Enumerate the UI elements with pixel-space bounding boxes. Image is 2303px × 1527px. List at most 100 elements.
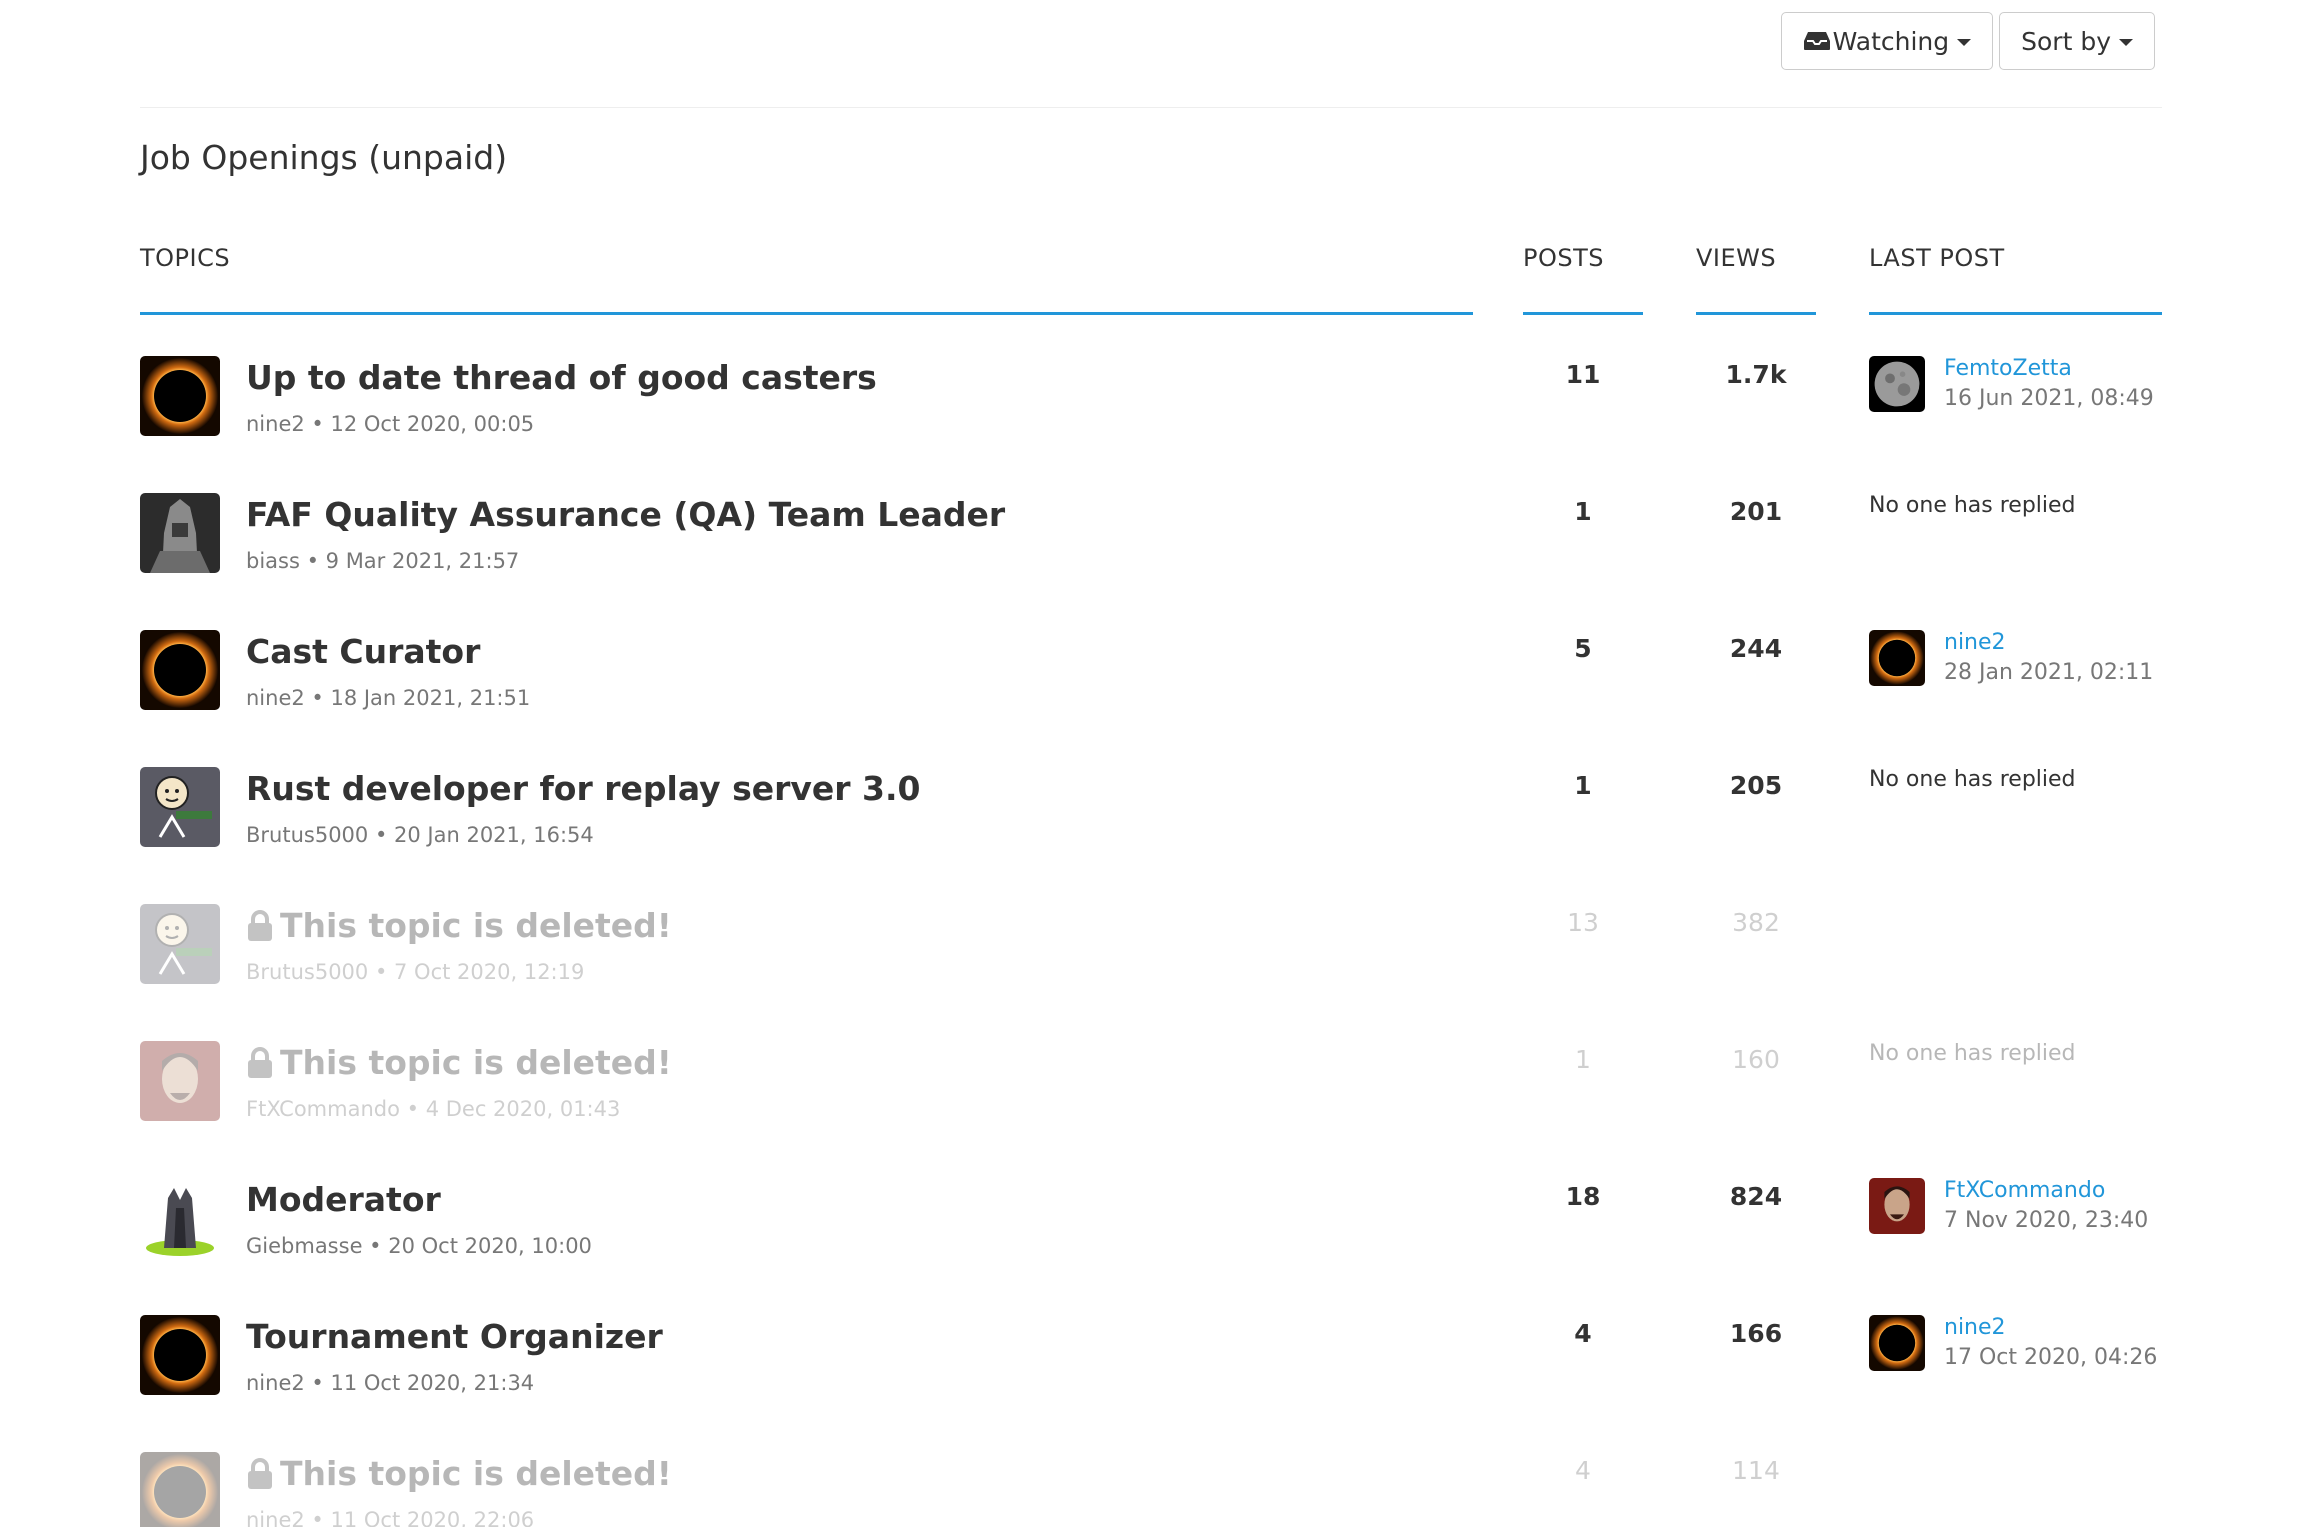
last-post-date[interactable]: 28 Jan 2021, 02:11	[1944, 660, 2153, 685]
topic-title-link[interactable]: This topic is deleted!	[246, 906, 672, 945]
last-post: FemtoZetta 16 Jun 2021, 08:49	[1869, 356, 2169, 436]
avatar[interactable]	[140, 767, 220, 847]
views-count: 244	[1729, 634, 1783, 663]
last-post	[1869, 904, 2169, 984]
posts-count: 18	[1565, 1182, 1601, 1211]
topic-meta: nine2 • 12 Oct 2020, 00:05	[246, 412, 535, 436]
last-post-user-link[interactable]: FemtoZetta	[1944, 356, 2072, 381]
topic-title-link[interactable]: This topic is deleted!	[246, 1043, 672, 1082]
topic-row[interactable]: This topic is deleted! nine2 • 11 Oct 202…	[0, 1452, 2303, 1527]
topic-meta: FtXCommando • 4 Dec 2020, 01:43	[246, 1097, 621, 1121]
header-posts: POSTS	[1523, 244, 1604, 272]
last-post: No one has replied	[1869, 493, 2169, 573]
chevron-down-icon	[2119, 38, 2133, 46]
views-count: 166	[1729, 1319, 1783, 1348]
topic-title: Rust developer for replay server 3.0	[246, 769, 921, 808]
forum-category-page: Watching Sort by Job Openings (unpaid) T…	[0, 0, 2303, 1527]
topic-title-link[interactable]: Up to date thread of good casters	[246, 358, 877, 397]
views-count: 1.7k	[1725, 360, 1787, 389]
topic-title: This topic is deleted!	[280, 1043, 672, 1082]
last-post: No one has replied	[1869, 1041, 2169, 1121]
avatar[interactable]	[1869, 356, 1925, 412]
topic-meta: Giebmasse • 20 Oct 2020, 10:00	[246, 1234, 592, 1258]
topic-meta: nine2 • 18 Jan 2021, 21:51	[246, 686, 531, 710]
avatar[interactable]	[140, 493, 220, 573]
posts-count: 4	[1575, 1456, 1591, 1485]
posts-count: 11	[1565, 360, 1601, 389]
topic-row[interactable]: Moderator Giebmasse • 20 Oct 2020, 10:00 1…	[0, 1178, 2303, 1315]
lock-icon	[246, 1457, 274, 1490]
header-views: VIEWS	[1696, 244, 1777, 272]
views-count: 205	[1729, 771, 1783, 800]
views-count: 114	[1732, 1456, 1780, 1485]
inbox-icon	[1803, 31, 1831, 51]
last-post: nine2 28 Jan 2021, 02:11	[1869, 630, 2169, 710]
last-post: nine2 17 Oct 2020, 04:26	[1869, 1315, 2169, 1395]
avatar[interactable]	[1869, 1178, 1925, 1234]
topic-title: Cast Curator	[246, 632, 481, 671]
views-count: 160	[1732, 1045, 1780, 1074]
topic-meta: nine2 • 11 Oct 2020, 22:06	[246, 1508, 535, 1527]
topic-title: Moderator	[246, 1180, 441, 1219]
topic-title-link[interactable]: Tournament Organizer	[246, 1317, 663, 1356]
topic-title-link[interactable]: This topic is deleted!	[246, 1454, 672, 1493]
avatar[interactable]	[140, 1041, 220, 1121]
posts-count: 1	[1575, 1045, 1591, 1074]
topic-title-link[interactable]: Rust developer for replay server 3.0	[246, 769, 921, 808]
watching-label: Watching	[1832, 26, 1950, 56]
last-post-user-link[interactable]: nine2	[1944, 630, 2006, 655]
category-title: Job Openings (unpaid)	[140, 138, 508, 177]
topic-row[interactable]: Up to date thread of good casters nine2 •…	[0, 356, 2303, 493]
sort-by-dropdown[interactable]: Sort by	[1999, 12, 2155, 70]
topic-title-link[interactable]: Cast Curator	[246, 632, 480, 671]
last-post: FtXCommando 7 Nov 2020, 23:40	[1869, 1178, 2169, 1258]
last-post-date[interactable]: 16 Jun 2021, 08:49	[1944, 386, 2154, 411]
topic-row[interactable]: FAF Quality Assurance (QA) Team Leader bi…	[0, 493, 2303, 630]
avatar[interactable]	[140, 904, 220, 984]
last-post-date[interactable]: 7 Nov 2020, 23:40	[1944, 1208, 2148, 1233]
topic-meta: Brutus5000 • 7 Oct 2020, 12:19	[246, 960, 585, 984]
topic-row[interactable]: Rust developer for replay server 3.0 Brut…	[0, 767, 2303, 904]
avatar[interactable]	[140, 1452, 220, 1527]
last-post-user-link[interactable]: nine2	[1944, 1315, 2006, 1340]
topic-row[interactable]: This topic is deleted! FtXCommando • 4 De…	[0, 1041, 2303, 1178]
last-post	[1869, 1452, 2169, 1527]
avatar[interactable]	[140, 1315, 220, 1395]
topic-title-link[interactable]: FAF Quality Assurance (QA) Team Leader	[246, 495, 1005, 534]
category-toolbar: Watching Sort by	[1780, 12, 2155, 70]
avatar[interactable]	[1869, 1315, 1925, 1371]
topic-title: Up to date thread of good casters	[246, 358, 877, 397]
topic-meta: nine2 • 11 Oct 2020, 21:34	[246, 1371, 535, 1395]
posts-count: 1	[1574, 497, 1592, 526]
topic-title: This topic is deleted!	[280, 906, 672, 945]
avatar[interactable]	[140, 630, 220, 710]
topic-title-link[interactable]: Moderator	[246, 1180, 441, 1219]
avatar[interactable]	[1869, 630, 1925, 686]
avatar[interactable]	[140, 356, 220, 436]
posts-count: 1	[1574, 771, 1592, 800]
views-count: 824	[1729, 1182, 1783, 1211]
posts-count: 13	[1567, 908, 1599, 937]
last-post: No one has replied	[1869, 767, 2169, 847]
no-reply-text: No one has replied	[1869, 1041, 2076, 1066]
divider	[140, 107, 2162, 108]
topic-row[interactable]: Tournament Organizer nine2 • 11 Oct 2020,…	[0, 1315, 2303, 1452]
last-post-user-link[interactable]: FtXCommando	[1944, 1178, 2105, 1203]
views-count: 201	[1729, 497, 1783, 526]
lock-icon	[246, 909, 274, 942]
header-topics: TOPICS	[140, 244, 231, 272]
header-last-post: LAST POST	[1869, 244, 2005, 272]
topic-row[interactable]: Cast Curator nine2 • 18 Jan 2021, 21:51 5 2…	[0, 630, 2303, 767]
lock-icon	[246, 1046, 274, 1079]
avatar[interactable]	[140, 1178, 220, 1258]
topic-title: This topic is deleted!	[280, 1454, 672, 1493]
topic-row[interactable]: This topic is deleted! Brutus5000 • 7 Oct…	[0, 904, 2303, 1041]
views-count: 382	[1732, 908, 1780, 937]
posts-count: 4	[1574, 1319, 1592, 1348]
posts-count: 5	[1574, 634, 1592, 663]
header-underline-posts	[1523, 312, 1643, 315]
watching-dropdown[interactable]: Watching	[1780, 12, 1994, 70]
topic-meta: biass • 9 Mar 2021, 21:57	[246, 549, 520, 573]
last-post-date[interactable]: 17 Oct 2020, 04:26	[1944, 1345, 2157, 1370]
topic-meta: Brutus5000 • 20 Jan 2021, 16:54	[246, 823, 594, 847]
